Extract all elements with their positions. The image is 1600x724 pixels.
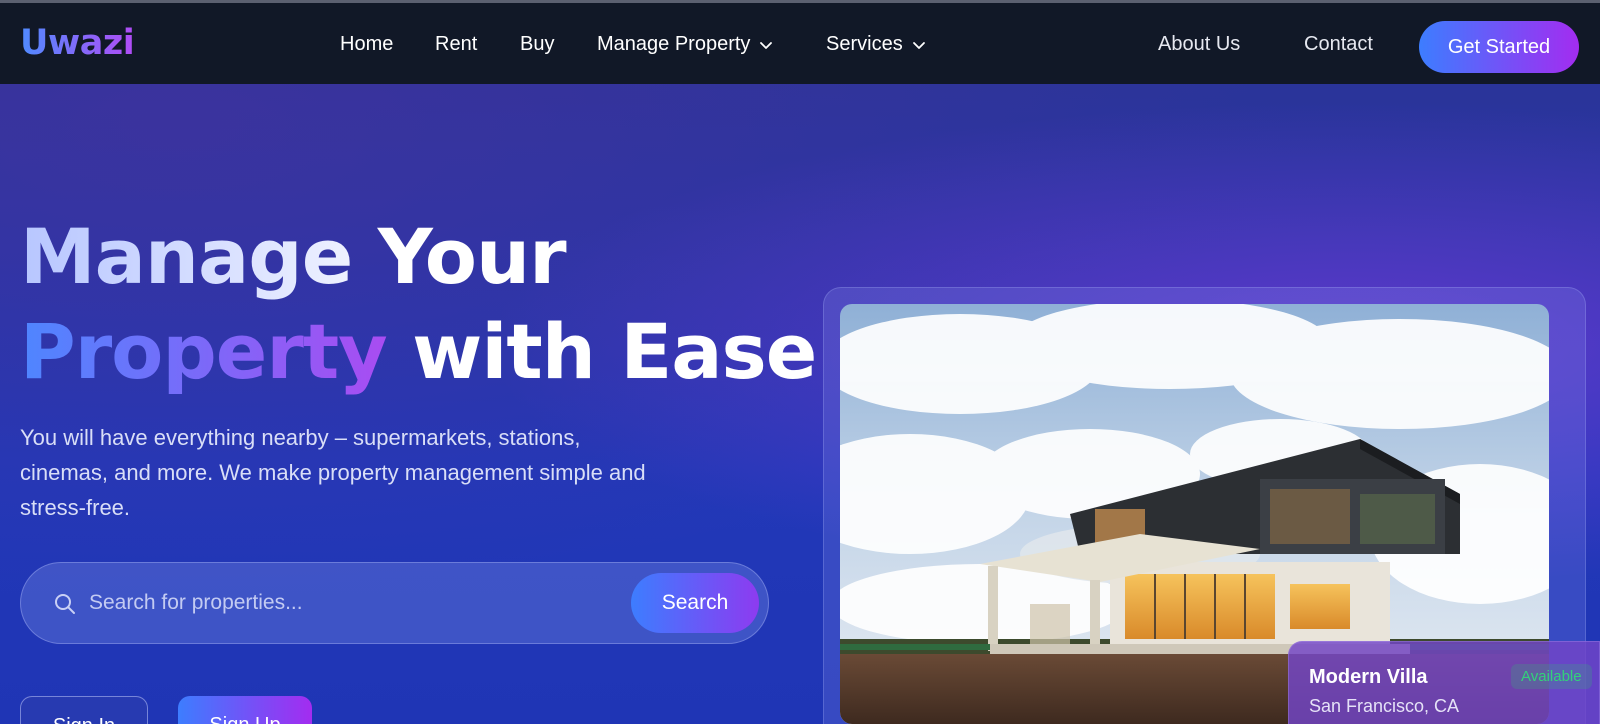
nav-about-us-label: About Us [1158,33,1241,55]
property-location: San Francisco, CA [1309,696,1460,716]
headline-with-ease: with Ease [412,307,817,396]
nav-contact-label: Contact [1304,33,1373,55]
nav-contact[interactable]: Contact [1304,33,1373,56]
headline-word-property: Property [20,307,388,396]
property-title: Modern Villa [1309,666,1428,688]
hero-description: You will have everything nearby – superm… [20,425,646,520]
nav-services-label: Services [826,33,903,55]
get-started-button[interactable]: Get Started [1419,21,1579,73]
nav-manage-property-dropdown[interactable]: Manage Property [597,33,774,56]
property-search-bar: Search [20,562,769,644]
sign-up-button[interactable]: Sign Up [178,696,312,724]
chevron-down-icon [760,41,773,49]
nav-home[interactable]: Home [340,33,393,56]
search-icon [55,594,75,614]
top-navigation-bar: Uwazi Home Rent Buy Manage Property Serv… [0,3,1600,84]
nav-home-label: Home [340,33,394,55]
featured-property-card[interactable]: Modern Villa San Francisco, CA Available [1288,641,1600,724]
search-button[interactable]: Search [631,573,759,633]
nav-services-dropdown[interactable]: Services [826,33,927,56]
search-input[interactable] [89,583,599,623]
availability-badge: Available [1511,664,1592,689]
nav-rent-label: Rent [435,33,478,55]
nav-about-us[interactable]: About Us [1158,33,1240,56]
hero-headline: Manage Your Property with Ease [20,209,817,399]
nav-buy[interactable]: Buy [520,33,554,56]
nav-manage-property-label: Manage Property [597,33,751,55]
sign-in-button[interactable]: Sign In [20,696,148,724]
headline-word-your: Your [377,212,567,301]
hero-section: Manage Your Property with Ease You will … [0,84,1600,724]
nav-buy-label: Buy [520,33,555,55]
nav-rent[interactable]: Rent [435,33,477,56]
chevron-down-icon [912,41,925,49]
brand-logo[interactable]: Uwazi [20,23,135,63]
headline-word-manage: Manage [20,212,353,301]
